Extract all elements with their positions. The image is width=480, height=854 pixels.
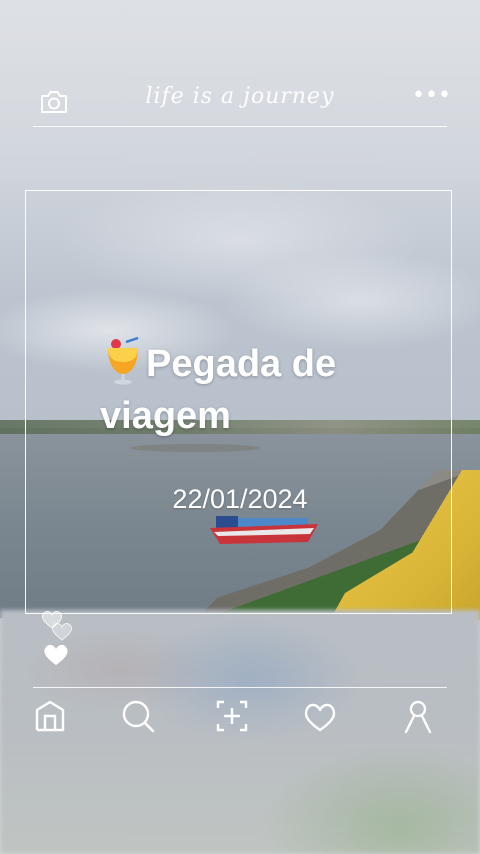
more-dots-icon[interactable]: ••• xyxy=(412,82,451,110)
top-bar: life is a journey ••• xyxy=(0,80,480,128)
heart-filled-icon[interactable] xyxy=(44,644,68,665)
heart-outline-icon xyxy=(51,623,73,641)
home-icon[interactable] xyxy=(30,696,70,736)
profile-icon[interactable] xyxy=(398,696,438,736)
add-post-icon[interactable] xyxy=(212,696,252,736)
heart-icon[interactable] xyxy=(300,696,340,736)
app-title: life is a journey xyxy=(145,84,335,109)
search-icon[interactable] xyxy=(118,696,158,736)
bottom-nav xyxy=(0,696,480,740)
reactions[interactable] xyxy=(38,610,82,670)
header-divider xyxy=(33,126,447,127)
post-title-text: Pegada de viagem xyxy=(100,343,337,437)
post-title: Pegada de viagem xyxy=(100,338,420,442)
post-date: 22/01/2024 xyxy=(172,484,308,514)
nav-divider xyxy=(33,687,447,688)
